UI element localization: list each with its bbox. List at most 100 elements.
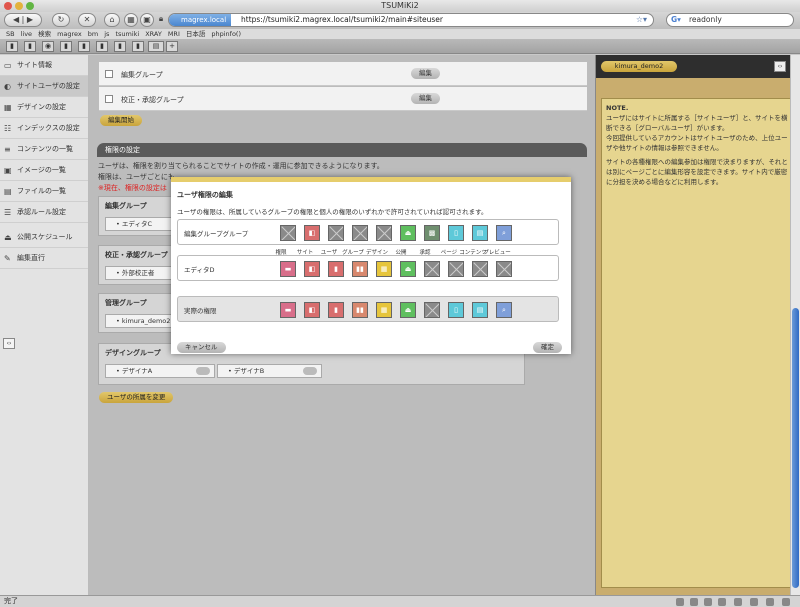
site-icon[interactable]: ◧ <box>304 225 320 241</box>
addon-icon[interactable] <box>718 598 726 606</box>
member-toggle[interactable] <box>303 367 317 375</box>
bookmark-item[interactable]: tsumiki <box>115 30 139 38</box>
scrollbar-thumb[interactable] <box>792 308 799 588</box>
group-edit-button[interactable]: 編集 <box>411 93 440 104</box>
tab-icon-6[interactable]: ▮ <box>96 41 108 52</box>
addon-icon[interactable] <box>704 598 712 606</box>
tab-icon-9[interactable]: ▤ <box>148 41 164 52</box>
sidebar-item[interactable]: ✎ 編集直行 <box>0 248 88 269</box>
page-icon[interactable]: ▯ <box>448 225 464 241</box>
site-icon[interactable]: ◧ <box>304 302 320 318</box>
publish-icon[interactable]: ⏏ <box>400 302 416 318</box>
content-icon[interactable]: ▤ <box>472 302 488 318</box>
confirm-button[interactable]: 確定 <box>533 342 562 353</box>
cancel-button[interactable]: キャンセル <box>177 342 226 353</box>
sidebar-item[interactable]: ▦ デザインの設定 <box>0 97 88 118</box>
authority-icon[interactable]: ▬ <box>280 302 296 318</box>
search-input[interactable]: G▾ readonly <box>666 13 794 27</box>
member-toggle[interactable] <box>196 367 210 375</box>
approve-icon[interactable] <box>424 261 440 277</box>
group-checkbox[interactable] <box>105 95 113 103</box>
close-window-button[interactable] <box>4 2 12 10</box>
tab-icon-1[interactable]: ▮ <box>6 41 18 52</box>
vertical-scrollbar[interactable] <box>790 55 800 595</box>
addon-icon[interactable] <box>690 598 698 606</box>
bookmark-item[interactable]: phpinfo() <box>211 30 241 38</box>
page-icon[interactable] <box>448 261 464 277</box>
group-icon[interactable]: ▮▮ <box>352 261 368 277</box>
stop-button[interactable]: ✕ <box>78 13 96 27</box>
group-edit-button[interactable]: 編集 <box>411 68 440 79</box>
tab-icon-8[interactable]: ▮ <box>132 41 144 52</box>
publish-icon[interactable]: ⏏ <box>400 261 416 277</box>
sidebar-item[interactable]: ☰ 承認ルール設定 <box>0 202 88 223</box>
addon-icon[interactable] <box>782 598 790 606</box>
bookmark-item[interactable]: 日本語 <box>186 30 206 38</box>
star-icon[interactable]: ☆▾ <box>636 14 647 26</box>
content-icon[interactable] <box>472 261 488 277</box>
group-member[interactable]: • デザイナB <box>217 364 322 378</box>
addon-icon[interactable] <box>750 598 758 606</box>
sidebar-item[interactable]: ☷ インデックスの設定 <box>0 118 88 139</box>
design-icon[interactable]: ▦ <box>376 261 392 277</box>
group-icon[interactable]: ▮▮ <box>352 302 368 318</box>
bookmark-item[interactable]: js <box>104 30 109 38</box>
publish-icon[interactable]: ⏏ <box>400 225 416 241</box>
user-icon[interactable]: ▮ <box>328 261 344 277</box>
url-input[interactable]: https://tsumiki2.magrex.local/tsumiki2/m… <box>241 14 443 26</box>
preview-icon[interactable]: ⌕ <box>496 302 512 318</box>
tab-icon-2[interactable]: ▮ <box>24 41 36 52</box>
minimize-window-button[interactable] <box>15 2 23 10</box>
content-icon[interactable]: ▤ <box>472 225 488 241</box>
design-icon[interactable] <box>376 225 392 241</box>
new-tab-button[interactable]: + <box>166 41 178 52</box>
site-icon[interactable]: ◧ <box>304 261 320 277</box>
group-icon[interactable] <box>352 225 368 241</box>
page-icon[interactable]: ▯ <box>448 302 464 318</box>
user-badge[interactable]: kimura_demo2 <box>601 61 677 72</box>
design-icon[interactable]: ▦ <box>376 302 392 318</box>
bookmark-item[interactable]: XRAY <box>145 30 162 38</box>
group-checkbox[interactable] <box>105 70 113 78</box>
preview-icon[interactable] <box>496 261 512 277</box>
authority-icon[interactable]: ▬ <box>280 261 296 277</box>
tab-icon-5[interactable]: ▮ <box>78 41 90 52</box>
bookmark-button[interactable]: ▦ <box>124 13 138 27</box>
sidebar-item[interactable]: ▭ サイト情報 <box>0 55 88 76</box>
url-bar[interactable]: magrex.local https://tsumiki2.magrex.loc… <box>168 13 654 27</box>
authority-icon[interactable] <box>280 225 296 241</box>
save-button[interactable]: ▣ <box>140 13 154 27</box>
bookmark-item[interactable]: SB <box>6 30 15 38</box>
bookmark-item[interactable]: magrex <box>57 30 82 38</box>
addon-icon[interactable] <box>734 598 742 606</box>
sidebar-item[interactable]: ≡ コンテンツの一覧 <box>0 139 88 160</box>
preview-icon[interactable]: ⌕ <box>496 225 512 241</box>
approve-icon[interactable]: ▩ <box>424 225 440 241</box>
site-identity-chip[interactable]: magrex.local <box>169 14 232 26</box>
tab-icon-7[interactable]: ▮ <box>114 41 126 52</box>
bookmark-item[interactable]: MRI <box>168 30 180 38</box>
home-button[interactable]: ⌂ <box>104 13 120 27</box>
sidebar-item[interactable]: ▣ イメージの一覧 <box>0 160 88 181</box>
panel-toggle-icon[interactable]: ‹› <box>774 61 786 72</box>
bookmark-item[interactable]: 検索 <box>38 30 51 38</box>
bookmark-item[interactable]: live <box>21 30 32 38</box>
tab-icon-3[interactable]: ◉ <box>42 41 54 52</box>
tab-icon-4[interactable]: ▮ <box>60 41 72 52</box>
approve-icon[interactable] <box>424 302 440 318</box>
back-forward-buttons[interactable]: ◀ | ▶ <box>4 13 42 27</box>
bookmark-item[interactable]: bm <box>88 30 98 38</box>
group-member[interactable]: • デザイナA <box>105 364 215 378</box>
reload-button[interactable]: ↻ <box>52 13 70 27</box>
back-icon[interactable]: ◀ <box>13 15 19 24</box>
sidebar-item[interactable]: ◐ サイトユーザの設定 <box>0 76 88 97</box>
edit-start-button[interactable]: 編集開始 <box>100 115 142 126</box>
addon-icon[interactable] <box>766 598 774 606</box>
sidebar-collapse-toggle[interactable]: ‹› <box>3 338 15 349</box>
change-membership-button[interactable]: ユーザの所属を変更 <box>99 392 174 403</box>
sidebar-item[interactable]: ⏏ 公開スケジュール <box>0 227 88 248</box>
user-icon[interactable]: ▮ <box>328 302 344 318</box>
forward-icon[interactable]: ▶ <box>27 15 33 24</box>
sidebar-item[interactable]: ▤ ファイルの一覧 <box>0 181 88 202</box>
addon-icon[interactable] <box>676 598 684 606</box>
